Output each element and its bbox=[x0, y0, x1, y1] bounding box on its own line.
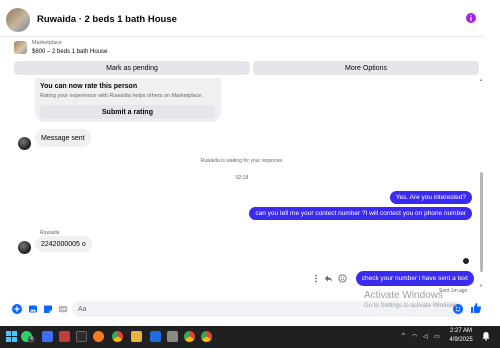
tray-chevron-icon[interactable]: ^ bbox=[402, 333, 405, 339]
activate-windows-title: Activate Windows bbox=[364, 290, 443, 301]
notification-icon[interactable] bbox=[481, 331, 491, 341]
more-options-button[interactable]: More Options bbox=[253, 61, 479, 75]
contact-avatar[interactable] bbox=[6, 8, 30, 32]
seen-indicator-avatar bbox=[463, 258, 469, 264]
network-icon[interactable]: ◠ bbox=[412, 333, 417, 340]
chrome-icon[interactable] bbox=[184, 331, 195, 342]
message-bubble-outgoing: can you tell me your contect number ?I w… bbox=[249, 207, 472, 220]
firefox-icon[interactable] bbox=[93, 331, 104, 342]
photo-icon[interactable] bbox=[28, 304, 38, 314]
avatar[interactable] bbox=[18, 137, 31, 150]
message-bubble-outgoing: check your number i have sent a text bbox=[355, 271, 474, 286]
taskbar-time[interactable]: 2:27 AM bbox=[448, 328, 474, 334]
activate-windows-subtitle: Go to Settings to activate Windows. bbox=[364, 303, 459, 309]
info-icon[interactable] bbox=[466, 13, 476, 23]
battery-icon[interactable]: ▭ bbox=[434, 333, 440, 340]
chat-timestamp: 02:18 bbox=[235, 175, 249, 181]
rating-card-title: You can now rate this person bbox=[40, 83, 138, 90]
waiting-note: Ruwaida is waiting for your response. bbox=[200, 158, 284, 164]
like-icon[interactable] bbox=[470, 302, 482, 314]
plus-icon[interactable] bbox=[12, 304, 22, 314]
message-bubble-incoming: 2242000005 o bbox=[35, 236, 92, 252]
chat-title[interactable]: Ruwaida · 2 beds 1 bath House bbox=[37, 14, 177, 25]
file-explorer-icon[interactable] bbox=[131, 331, 142, 342]
sticker-icon[interactable] bbox=[43, 304, 53, 314]
marketplace-label: Marketplace bbox=[32, 40, 62, 46]
message-bubble-incoming: Message sent bbox=[35, 129, 91, 147]
listing-title[interactable]: $600 – 2 beds 1 bath House bbox=[32, 49, 107, 55]
marketplace-bar bbox=[0, 37, 484, 59]
more-actions-icon[interactable] bbox=[313, 274, 319, 283]
reply-icon[interactable] bbox=[324, 274, 333, 283]
taskbar-date[interactable]: 4/9/2025 bbox=[446, 337, 476, 343]
app-icon[interactable] bbox=[59, 331, 70, 342]
chrome-icon[interactable] bbox=[112, 331, 123, 342]
volume-icon[interactable]: ◁ bbox=[423, 333, 428, 340]
listing-thumbnail[interactable] bbox=[14, 41, 27, 54]
chrome-icon[interactable] bbox=[201, 331, 212, 342]
react-emoji-icon[interactable] bbox=[338, 274, 347, 283]
mark-as-pending-button[interactable]: Mark as pending bbox=[14, 61, 250, 75]
app-icon[interactable] bbox=[150, 331, 161, 342]
whatsapp-badge: 4 bbox=[28, 336, 35, 343]
scrollbar-thumb[interactable] bbox=[480, 172, 483, 272]
gif-icon[interactable]: GIF bbox=[58, 304, 68, 314]
sent-status: Sent 1m ago bbox=[439, 288, 468, 294]
app-icon[interactable] bbox=[42, 331, 53, 342]
submit-rating-button[interactable]: Submit a rating bbox=[40, 105, 215, 119]
scroll-down-arrow[interactable]: ▼ bbox=[479, 283, 483, 288]
chat-window: Ruwaida · 2 beds 1 bath House Marketplac… bbox=[0, 0, 484, 326]
avatar[interactable] bbox=[18, 241, 31, 254]
rating-card-subtitle: Rating your experience with Ruwaida help… bbox=[40, 93, 203, 99]
windows-start-icon[interactable] bbox=[6, 331, 17, 342]
app-icon[interactable] bbox=[167, 331, 178, 342]
app-icon[interactable] bbox=[76, 331, 87, 342]
message-bubble-outgoing: Yes. Are you interested? bbox=[389, 191, 472, 204]
svg-text:GIF: GIF bbox=[60, 308, 67, 312]
scroll-up-arrow[interactable]: ▲ bbox=[479, 77, 483, 82]
